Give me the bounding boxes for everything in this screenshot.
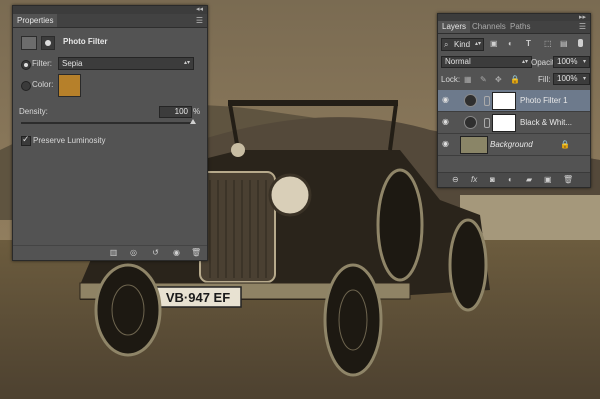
eye-icon[interactable]: ◉ xyxy=(442,117,451,126)
add-mask-icon[interactable]: ◙ xyxy=(490,176,495,184)
license-plate-text: VB·947 EF xyxy=(166,290,230,305)
filter-shape-icon[interactable]: ⬚ xyxy=(544,39,552,48)
properties-panel: ◂◂ Properties ☰ Photo Filter Filter: Sep… xyxy=(12,5,208,261)
new-adjustment-icon[interactable]: ◐ xyxy=(508,176,513,184)
color-radio[interactable] xyxy=(21,81,31,91)
layer-name: Black & Whit... xyxy=(520,118,573,127)
properties-tabrow: Properties ☰ xyxy=(13,14,207,28)
layer-row-photo-filter[interactable]: ◉ Photo Filter 1 xyxy=(438,90,590,112)
fill-input[interactable]: 100% ▾ xyxy=(553,73,590,85)
layers-bottom-toolbar: ⊖ fx ◙ ◐ ▰ ▣ 🗑 xyxy=(438,172,590,187)
layers-panel-topbar: ▸▸ xyxy=(438,14,590,21)
lock-label: Lock: xyxy=(441,75,461,84)
layer-mask-thumbnail[interactable] xyxy=(492,92,516,110)
adjustment-layer-icon[interactable] xyxy=(21,36,37,50)
adjustment-header: Photo Filter xyxy=(21,36,199,50)
fill-label: Fill: xyxy=(538,75,551,84)
lock-all-icon[interactable]: 🔒 xyxy=(510,75,520,84)
density-slider-thumb[interactable] xyxy=(190,119,196,124)
lock-position-icon[interactable]: ✥ xyxy=(495,75,502,84)
filter-pixel-icon[interactable]: ▣ xyxy=(490,39,498,48)
blend-mode-select[interactable]: Normal ▴▾ xyxy=(441,56,532,68)
visibility-icon[interactable]: ◉ xyxy=(172,249,181,257)
link-layers-icon[interactable]: ⊖ xyxy=(452,176,459,184)
layers-menu-icon[interactable]: ☰ xyxy=(579,22,586,31)
layers-tabrow: Layers Channels Paths ☰ xyxy=(438,21,590,34)
density-slider-track[interactable] xyxy=(21,122,193,124)
adjustment-layer-icon xyxy=(464,116,477,129)
tab-paths[interactable]: Paths xyxy=(506,21,534,33)
layer-thumbnail[interactable] xyxy=(460,136,488,154)
tab-channels[interactable]: Channels xyxy=(468,21,510,33)
layer-row-black-white[interactable]: ◉ Black & Whit... xyxy=(438,112,590,134)
new-layer-icon[interactable]: ▣ xyxy=(544,176,552,184)
density-unit: % xyxy=(193,107,201,116)
filter-select-value: Sepia xyxy=(62,59,83,68)
filter-adjustment-icon[interactable]: ◐ xyxy=(508,39,513,48)
adjustment-layer-icon xyxy=(464,94,477,107)
lock-image-icon[interactable]: ✎ xyxy=(480,75,487,84)
opacity-value: 100% xyxy=(557,57,578,66)
layer-row-background[interactable]: ◉ Background 🔒 xyxy=(438,134,590,156)
kind-filter-select[interactable]: ⌕ Kind ▴▾ xyxy=(441,38,484,51)
eye-icon[interactable]: ◉ xyxy=(442,139,451,148)
filter-label: Filter: xyxy=(32,59,52,68)
preserve-luminosity-checkbox[interactable] xyxy=(21,134,31,146)
layer-mask-icon[interactable] xyxy=(41,36,55,50)
color-label: Color: xyxy=(32,80,54,89)
fx-icon[interactable]: fx xyxy=(471,176,477,184)
lock-icon: 🔒 xyxy=(560,140,570,149)
properties-panel-topbar: ◂◂ xyxy=(13,6,207,14)
density-label: Density: xyxy=(19,107,48,116)
layer-name: Background xyxy=(490,140,533,149)
blend-mode-value: Normal xyxy=(445,57,471,66)
chevron-updown-icon: ▴▾ xyxy=(183,60,190,66)
collapse-panel-icon[interactable]: ◂◂ xyxy=(196,5,203,13)
filter-type-icon[interactable]: T xyxy=(526,39,531,48)
properties-bottom-toolbar: ▥ ◎ ↺ ◉ 🗑 xyxy=(13,245,207,260)
reset-icon[interactable]: ↺ xyxy=(151,249,160,257)
adjustment-title: Photo Filter xyxy=(63,37,108,46)
layer-name: Photo Filter 1 xyxy=(520,96,568,105)
trash-icon[interactable]: 🗑 xyxy=(563,176,573,184)
layer-mask-thumbnail[interactable] xyxy=(492,114,516,132)
new-group-icon[interactable]: ▰ xyxy=(526,176,532,184)
view-previous-state-icon[interactable]: ◎ xyxy=(129,249,138,257)
chain-link-icon[interactable] xyxy=(484,96,490,106)
layers-panel: ▸▸ Layers Channels Paths ☰ ⌕ Kind ▴▾ ▣ ◐… xyxy=(437,13,591,188)
opacity-input[interactable]: 100% ▾ xyxy=(553,56,590,68)
collapse-layers-icon[interactable]: ▸▸ xyxy=(579,13,586,21)
color-swatch[interactable] xyxy=(58,74,81,97)
kind-label: Kind xyxy=(454,40,471,49)
eye-icon[interactable]: ◉ xyxy=(442,95,451,104)
search-icon: ⌕ xyxy=(444,40,449,49)
lock-transparent-icon[interactable]: ▦ xyxy=(464,75,472,84)
chevron-down-icon: ▾ xyxy=(582,59,586,65)
filter-select[interactable]: Sepia ▴▾ xyxy=(58,57,194,70)
filter-radio[interactable] xyxy=(21,60,31,70)
chevron-down-icon: ▾ xyxy=(582,76,586,82)
tab-layers[interactable]: Layers xyxy=(438,21,471,33)
panel-menu-icon[interactable]: ☰ xyxy=(196,16,203,25)
tab-properties[interactable]: Properties xyxy=(13,14,58,27)
fill-value: 100% xyxy=(557,74,578,83)
clip-to-layer-icon[interactable]: ▥ xyxy=(109,249,118,257)
trash-icon[interactable]: 🗑 xyxy=(191,249,201,257)
chain-link-icon[interactable] xyxy=(484,118,490,128)
filter-smart-object-icon[interactable]: ▤ xyxy=(560,39,568,48)
filter-toggle-icon[interactable] xyxy=(578,39,583,47)
chevron-updown-icon: ▴▾ xyxy=(521,59,528,65)
density-input[interactable]: 100 xyxy=(159,106,192,118)
chevron-updown-icon: ▴▾ xyxy=(474,41,481,47)
preserve-luminosity-label: Preserve Luminosity xyxy=(33,136,106,145)
